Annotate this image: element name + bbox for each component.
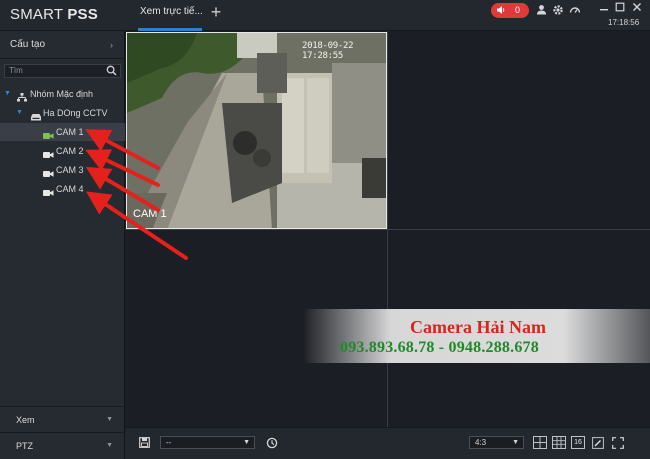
grid-divider bbox=[387, 31, 388, 427]
view-select[interactable]: -- ▼ bbox=[160, 436, 255, 449]
layout-4-icon[interactable] bbox=[533, 436, 547, 449]
tree-device[interactable]: ▼ Ha DOng CCTV bbox=[0, 104, 125, 122]
speaker-icon bbox=[496, 5, 506, 20]
camera-feed-image bbox=[127, 33, 386, 228]
gear-icon[interactable] bbox=[552, 4, 564, 16]
maximize-icon[interactable] bbox=[613, 2, 627, 16]
video-pane-cam1[interactable]: 2018-09-22 17:28:55 CAM 1 bbox=[126, 32, 387, 229]
aspect-ratio-select[interactable]: 4:3 ▼ bbox=[469, 436, 524, 449]
chevron-down-icon: ▼ bbox=[243, 439, 250, 446]
tree-group-default[interactable]: ▼ Nhóm Mặc định bbox=[0, 85, 125, 103]
watermark-phones: 093.893.68.78 - 0948.288.678 bbox=[340, 339, 539, 356]
layout-16-button[interactable]: 16 bbox=[571, 436, 585, 449]
expand-triangle-icon[interactable]: ▼ bbox=[4, 85, 11, 103]
layout-9-icon[interactable] bbox=[552, 436, 566, 449]
chevron-down-icon: ▼ bbox=[512, 439, 519, 446]
chevron-down-icon: ▼ bbox=[106, 442, 113, 449]
watermark-banner: Camera Hải Nam 093.893.68.78 - 0948.288.… bbox=[305, 309, 650, 363]
user-icon[interactable] bbox=[535, 4, 547, 16]
camera-label: CAM 1 bbox=[56, 127, 84, 137]
section-label: PTZ bbox=[16, 441, 33, 451]
search-input[interactable]: Tìm bbox=[4, 64, 121, 78]
camera-label: CAM 4 bbox=[56, 184, 84, 194]
tree-camera-item[interactable]: CAM 3 bbox=[0, 161, 125, 179]
add-tab-button[interactable]: + bbox=[207, 3, 225, 21]
tree-group-label: Nhóm Mặc định bbox=[30, 89, 94, 99]
camera-label: CAM 2 bbox=[56, 146, 84, 156]
title-bar: SMART PSS Xem trực tiế... + 0 17:18:56 bbox=[0, 0, 650, 31]
sidebar-header[interactable]: Cấu tạo › bbox=[0, 31, 125, 59]
tree-camera-item[interactable]: CAM 4 bbox=[0, 180, 125, 198]
gauge-icon[interactable] bbox=[569, 4, 581, 16]
refresh-icon[interactable] bbox=[265, 437, 279, 451]
watermark-title: Camera Hải Nam bbox=[410, 317, 546, 337]
alarm-count: 0 bbox=[515, 5, 521, 15]
device-sidebar: Cấu tạo › Tìm ▼ Nhóm Mặc định ▼ Ha DOng … bbox=[0, 31, 125, 459]
camera-label: CAM 3 bbox=[56, 165, 84, 175]
fullscreen-icon[interactable] bbox=[611, 437, 625, 451]
chevron-right-icon: › bbox=[110, 40, 113, 50]
search-placeholder: Tìm bbox=[9, 66, 23, 75]
minimize-icon[interactable] bbox=[597, 2, 611, 16]
tree-camera-item[interactable]: CAM 2 bbox=[0, 142, 125, 160]
sidebar-section-view[interactable]: Xem ▼ bbox=[0, 406, 125, 432]
edit-layout-icon[interactable] bbox=[591, 437, 605, 451]
view-select-value: -- bbox=[166, 438, 172, 447]
aspect-ratio-value: 4:3 bbox=[475, 438, 487, 447]
camera-timestamp: 2018-09-22 17:28:55 bbox=[302, 41, 354, 61]
camera-icon bbox=[43, 185, 54, 203]
clock: 17:18:56 bbox=[608, 18, 640, 27]
expand-triangle-icon[interactable]: ▼ bbox=[16, 104, 23, 122]
live-view-grid[interactable]: 2018-09-22 17:28:55 CAM 1 Camera Hải Nam… bbox=[125, 31, 650, 427]
camera-overlay-label: CAM 1 bbox=[133, 208, 167, 220]
smart-pss-window: SMART PSS Xem trực tiế... + 0 17:18:56 C… bbox=[0, 0, 650, 459]
close-icon[interactable] bbox=[630, 2, 644, 16]
tree-device-label: Ha DOng CCTV bbox=[43, 108, 108, 118]
chevron-down-icon: ▼ bbox=[106, 416, 113, 423]
tree-camera-item[interactable]: CAM 1 bbox=[0, 123, 125, 141]
sidebar-header-label: Cấu tạo bbox=[10, 39, 46, 50]
section-label: Xem bbox=[16, 415, 35, 425]
sidebar-section-ptz[interactable]: PTZ ▼ bbox=[0, 432, 125, 458]
search-icon[interactable] bbox=[106, 65, 117, 76]
alarm-badge[interactable]: 0 bbox=[491, 3, 529, 18]
app-logo: SMART PSS bbox=[10, 6, 98, 23]
view-toolbar: -- ▼ 4:3 ▼ 16 bbox=[125, 427, 650, 459]
tab-label: Xem trực tiế... bbox=[140, 6, 203, 17]
save-icon[interactable] bbox=[137, 437, 151, 451]
